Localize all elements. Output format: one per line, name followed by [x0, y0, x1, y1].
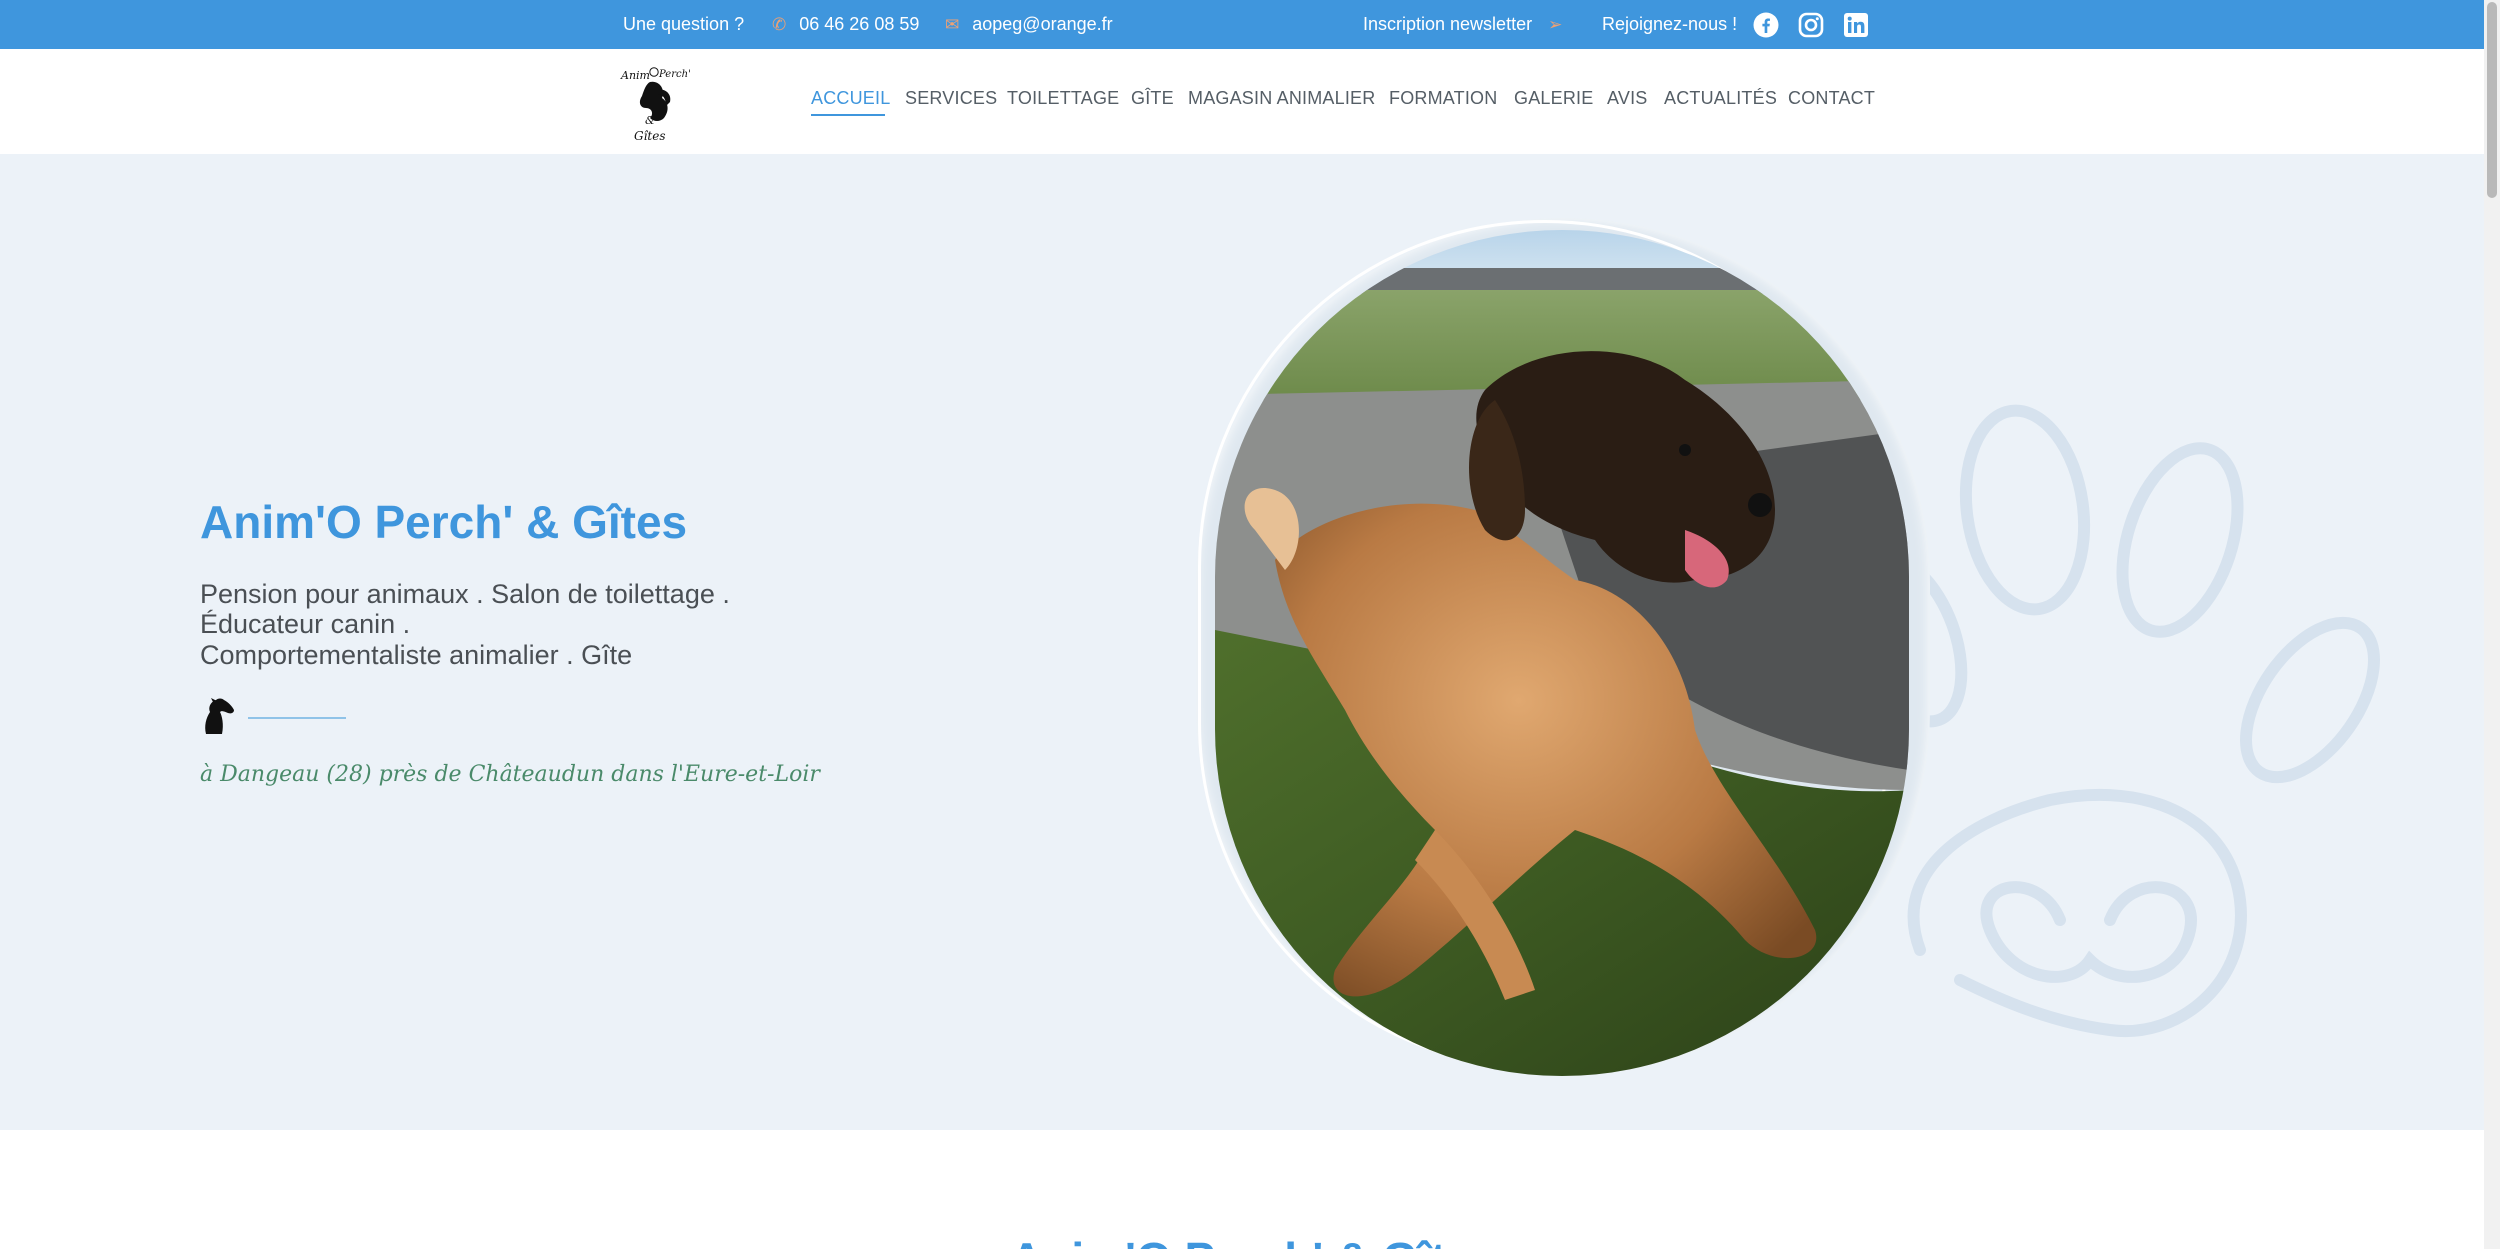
nav-formation[interactable]: FORMATION — [1389, 88, 1497, 109]
svg-text:Perch': Perch' — [658, 69, 691, 80]
nav-services[interactable]: SERVICES — [905, 88, 997, 109]
facebook-icon[interactable] — [1752, 11, 1779, 38]
join-label: Rejoignez-nous ! — [1602, 14, 1738, 34]
nav-toilettage[interactable]: TOILETTAGE — [1007, 88, 1119, 109]
hero-tagline: à Dangeau (28) près de Châteaudun dans l… — [200, 762, 820, 787]
phone-icon: ✆ — [772, 14, 787, 34]
hero-subtitle-line-3: Comportementaliste animalier . Gîte — [200, 640, 633, 670]
nav-contact[interactable]: CONTACT — [1788, 88, 1875, 109]
question-label: Une question ? — [623, 14, 745, 34]
email-link[interactable]: ✉ aopeg@orange.fr — [945, 0, 1113, 49]
nav-avis[interactable]: AVIS — [1607, 88, 1647, 109]
hero-dog-photo — [1215, 230, 1909, 1076]
nav-galerie[interactable]: GALERIE — [1514, 88, 1593, 109]
hero-title: Anim'O Perch' & Gîtes — [200, 496, 688, 548]
instagram-icon[interactable] — [1797, 11, 1824, 38]
scrollbar-thumb[interactable] — [2487, 2, 2497, 198]
page-scrollbar[interactable] — [2484, 0, 2500, 1249]
linkedin-icon[interactable] — [1842, 11, 1869, 38]
nav-magasin-animalier[interactable]: MAGASIN ANIMALIER — [1188, 88, 1375, 109]
paw-print-decoration — [1852, 404, 2380, 1038]
svg-text:&: & — [645, 114, 655, 127]
hero-subtitle-line-1: Pension pour animaux . Salon de toiletta… — [200, 579, 730, 609]
svg-text:Gîtes: Gîtes — [634, 129, 666, 142]
next-section-title: Anim'O Perch' & Gîtes — [1010, 1232, 1497, 1249]
hero-subtitle-line-2: Éducateur canin . — [200, 609, 411, 639]
nav-active-underline — [811, 114, 885, 116]
newsletter-link[interactable]: Inscription newsletter ➢ — [1363, 0, 1562, 49]
nav-actualites[interactable]: ACTUALITÉS — [1664, 88, 1777, 109]
send-icon: ➢ — [1548, 14, 1563, 34]
phone-link[interactable]: ✆ 06 46 26 08 59 — [772, 0, 919, 49]
horse-head-icon — [205, 698, 234, 734]
site-logo[interactable]: Anim Perch' & Gîtes — [620, 62, 692, 143]
hero-divider — [248, 717, 346, 719]
nav-accueil[interactable]: ACCUEIL — [811, 88, 890, 109]
email-icon: ✉ — [945, 14, 960, 34]
svg-text:Anim: Anim — [620, 69, 650, 82]
nav-gite[interactable]: GÎTE — [1131, 88, 1174, 109]
top-bar: Une question ? ✆ 06 46 26 08 59 ✉ aopeg@… — [0, 0, 2500, 49]
